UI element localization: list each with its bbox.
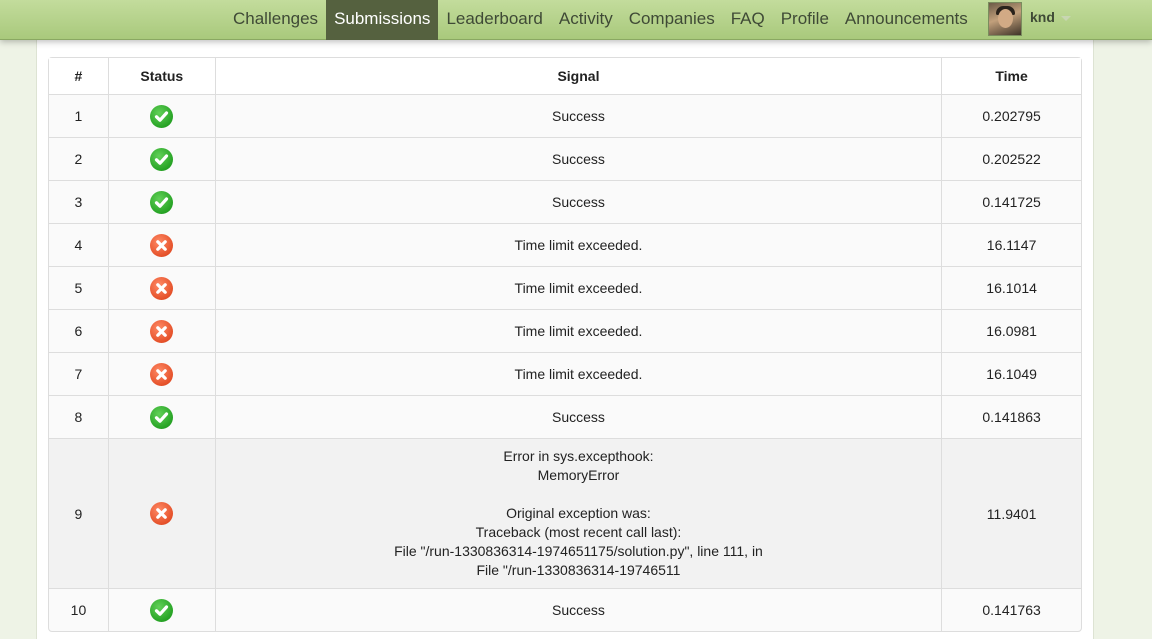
table-header-row: # Status Signal Time [49,58,1081,94]
table-row: 5 Time limit exceeded. 16.1014 [49,266,1081,309]
table-row: 1 Success 0.202795 [49,94,1081,137]
x-circle-icon [150,233,174,257]
avatar[interactable] [988,2,1022,36]
row-status [107,588,215,631]
check-circle-icon [150,405,174,429]
row-time: 16.1049 [941,352,1081,395]
table-row: 10 Success 0.141763 [49,588,1081,631]
row-time: 0.202522 [941,137,1081,180]
row-time: 0.202795 [941,94,1081,137]
row-number: 5 [49,266,108,309]
nav-submissions[interactable]: Submissions [326,0,439,40]
nav-challenges[interactable]: Challenges [225,0,326,40]
row-status [107,309,215,352]
row-time: 16.1014 [941,266,1081,309]
x-circle-icon [150,276,174,300]
nav-profile[interactable]: Profile [773,0,837,40]
table-row: 3 Success 0.141725 [49,180,1081,223]
row-signal: Time limit exceeded. [214,309,942,352]
table-row: 2 Success 0.202522 [49,137,1081,180]
row-time: 11.9401 [941,438,1081,588]
row-number: 7 [49,352,108,395]
main-nav: Challenges Submissions Leaderboard Activ… [225,0,976,40]
row-number: 10 [49,588,108,631]
row-time: 0.141763 [941,588,1081,631]
row-number: 8 [49,395,108,438]
row-number: 6 [49,309,108,352]
row-signal: Error in sys.excepthook: MemoryError Ori… [214,438,942,588]
row-number: 2 [49,137,108,180]
row-status [107,94,215,137]
table-row: 6 Time limit exceeded. 16.0981 [49,309,1081,352]
column-header-time: Time [941,58,1081,94]
row-time: 0.141725 [941,180,1081,223]
x-circle-icon [150,362,174,386]
row-signal: Success [214,395,942,438]
nav-activity[interactable]: Activity [551,0,621,40]
nav-leaderboard[interactable]: Leaderboard [438,0,550,40]
row-status [107,395,215,438]
row-signal: Time limit exceeded. [214,352,942,395]
row-status [107,137,215,180]
column-header-signal: Signal [214,58,942,94]
row-number: 3 [49,180,108,223]
table-row: 4 Time limit exceeded. 16.1147 [49,223,1081,266]
row-time: 16.1147 [941,223,1081,266]
row-time: 0.141863 [941,395,1081,438]
table-row: 7 Time limit exceeded. 16.1049 [49,352,1081,395]
check-circle-icon [150,104,174,128]
chevron-down-icon[interactable] [1060,16,1071,21]
row-signal: Success [214,180,942,223]
column-header-status: Status [107,58,215,94]
row-signal: Time limit exceeded. [214,223,942,266]
nav-companies[interactable]: Companies [621,0,723,40]
x-circle-icon [150,319,174,343]
row-time: 16.0981 [941,309,1081,352]
row-signal: Time limit exceeded. [214,266,942,309]
check-circle-icon [150,147,174,171]
row-status [107,438,215,588]
row-number: 1 [49,94,108,137]
table-row: 9 Error in sys.excepthook: MemoryError Or… [49,438,1081,588]
row-signal: Success [214,588,942,631]
table-row: 8 Success 0.141863 [49,395,1081,438]
x-circle-icon [150,502,174,525]
row-status [107,266,215,309]
row-signal: Success [214,137,942,180]
nav-announcements[interactable]: Announcements [837,0,976,40]
check-circle-icon [150,598,174,622]
row-number: 9 [49,438,108,588]
column-header-number: # [49,58,108,94]
row-status [107,352,215,395]
nav-faq[interactable]: FAQ [723,0,773,40]
row-number: 4 [49,223,108,266]
row-signal: Success [214,94,942,137]
submission-results-table: # Status Signal Time 1 Success 0.202795 2 Su… [48,57,1082,632]
username[interactable]: knd [1030,9,1055,25]
user-menu[interactable]: knd [988,0,1071,40]
check-circle-icon [150,190,174,214]
row-status [107,223,215,266]
row-status [107,180,215,223]
top-navbar: Challenges Submissions Leaderboard Activ… [0,0,1152,40]
